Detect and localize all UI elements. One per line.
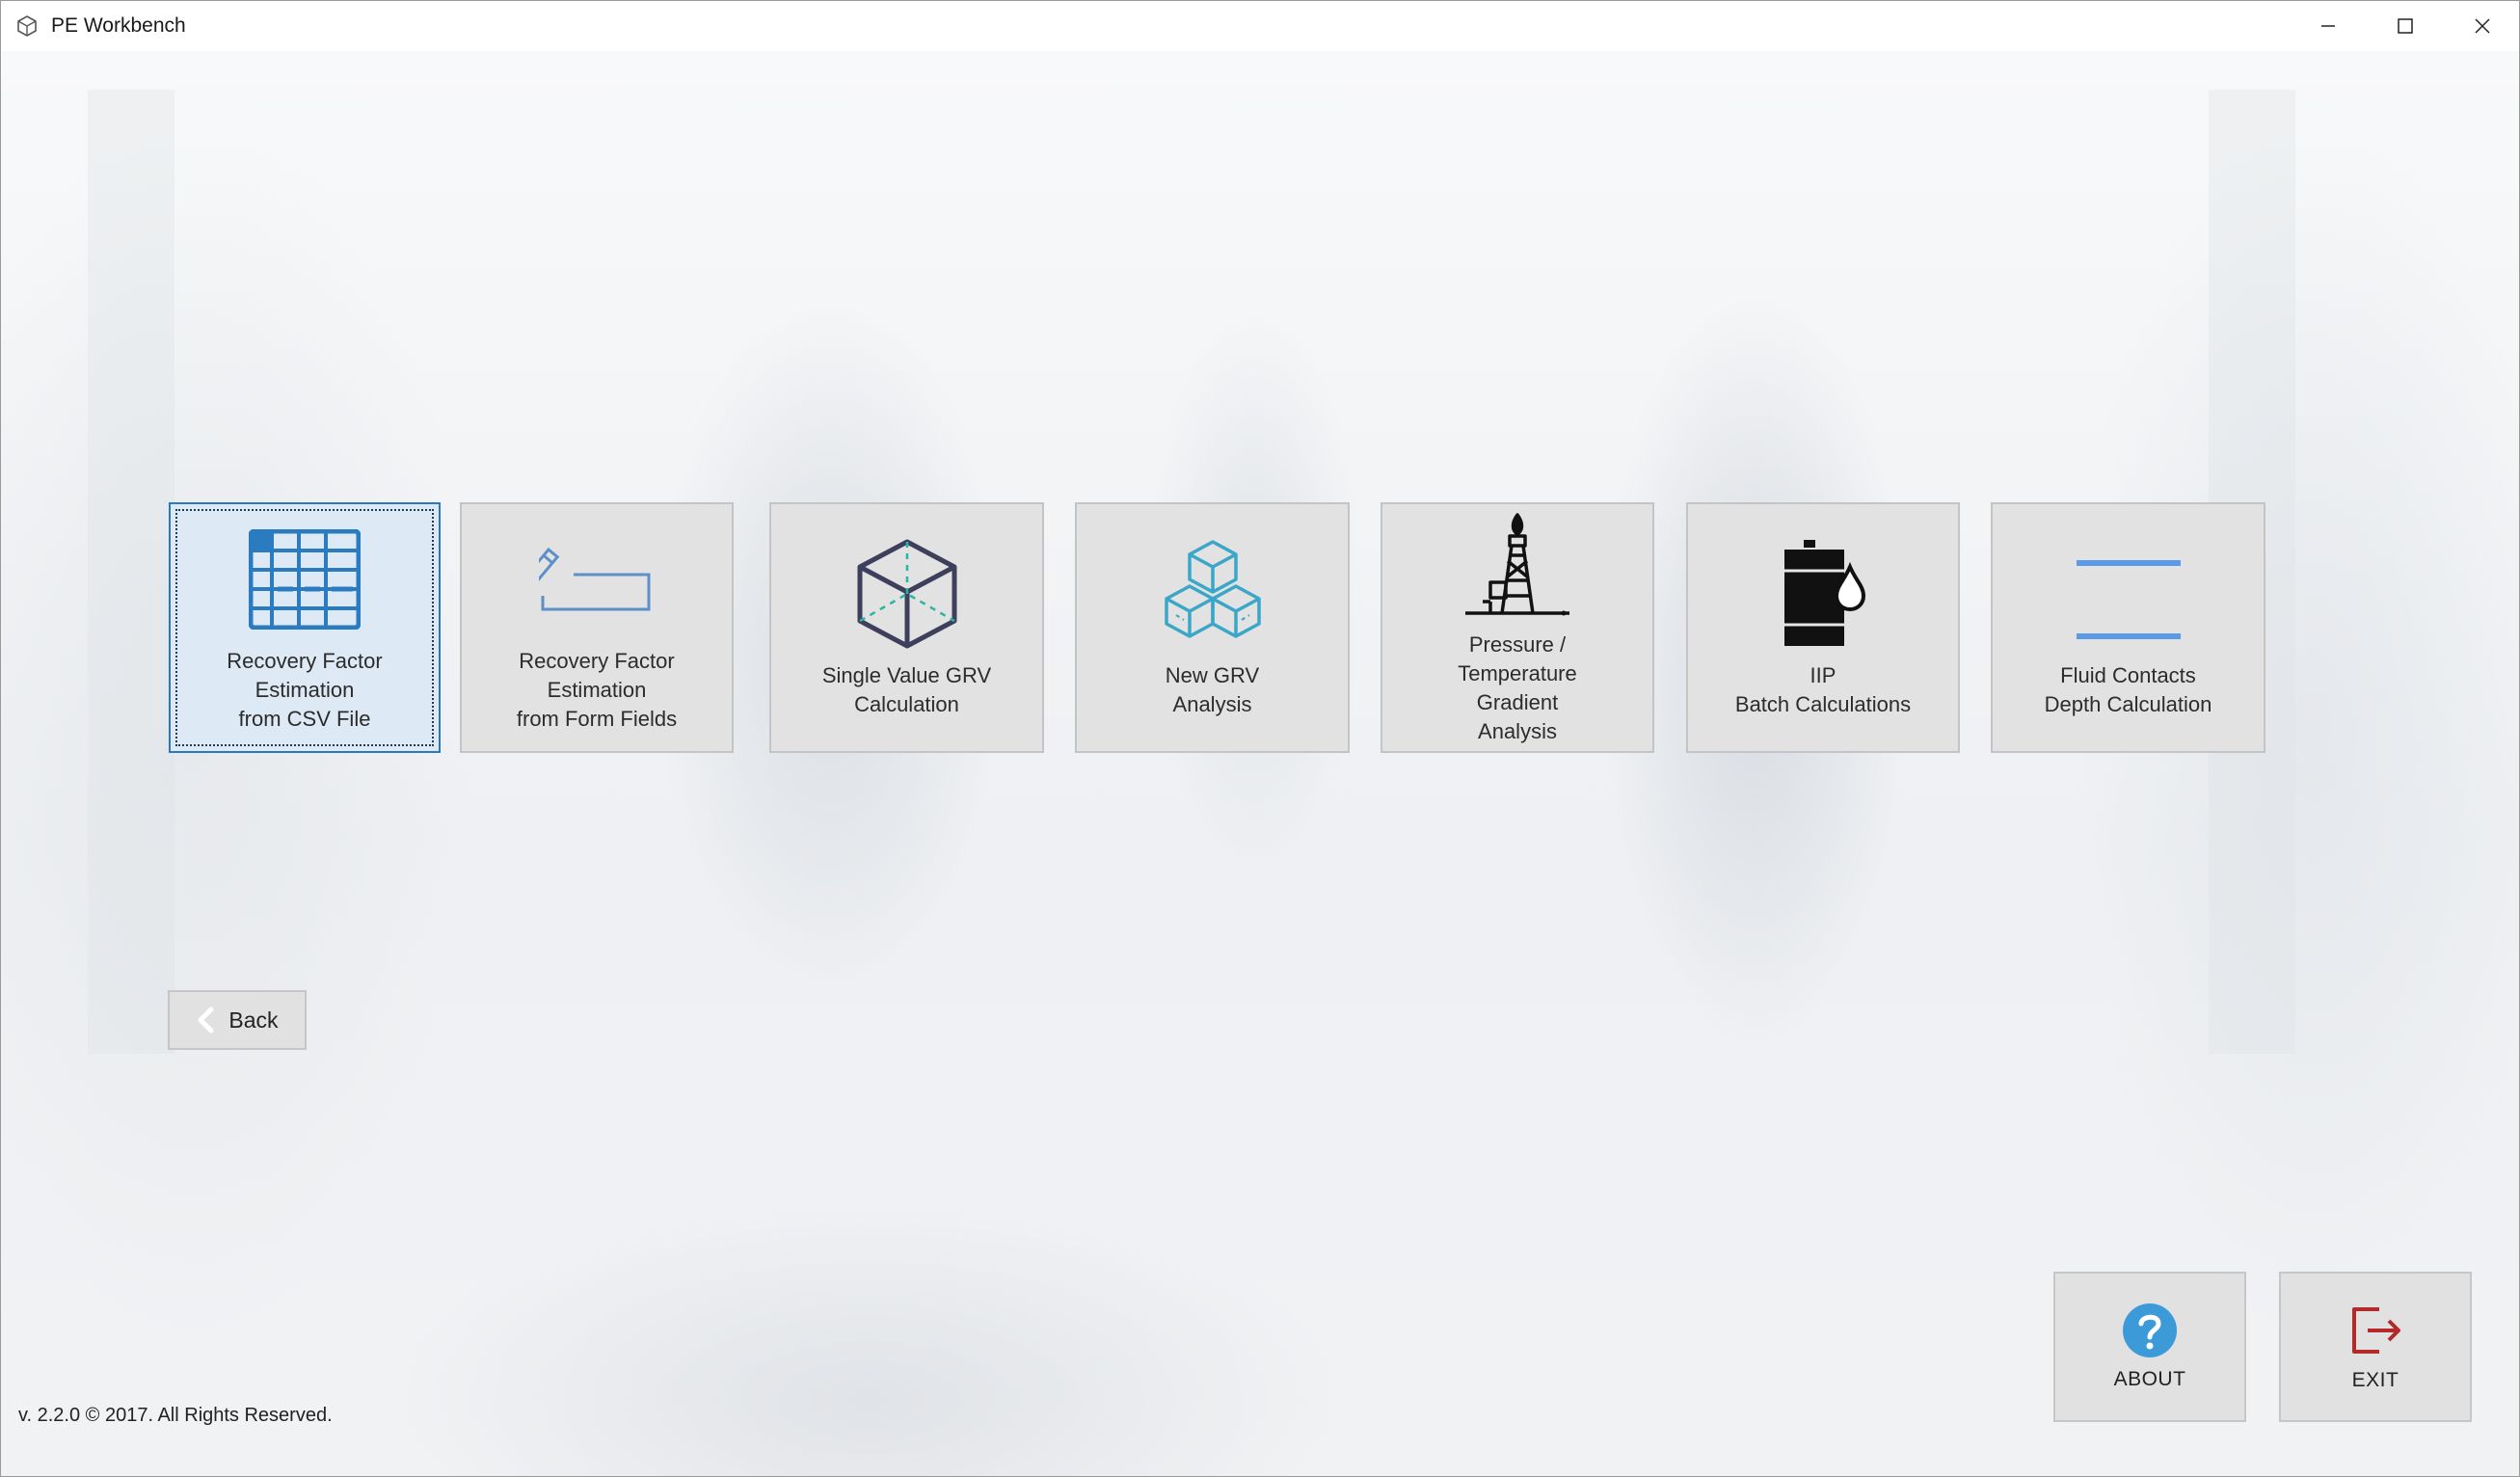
tile-label: Fluid Contacts Depth Calculation (2044, 663, 2212, 716)
tile-label: Recovery Factor Estimation from CSV File (227, 649, 383, 731)
tile-new-grv-analysis[interactable]: New GRV Analysis (1075, 502, 1350, 753)
tile-label: IIP Batch Calculations (1734, 663, 1912, 716)
close-icon (2475, 18, 2490, 34)
tile-recovery-factor-form[interactable]: Recovery Factor Estimation from Form Fie… (460, 502, 734, 753)
tile-single-value-grv[interactable]: Single Value GRV Calculation (769, 502, 1044, 753)
minimize-icon (2321, 25, 2335, 27)
cube-icon (849, 536, 965, 652)
app-cube-icon (17, 15, 37, 37)
oil-barrel-icon (1765, 536, 1881, 652)
about-label: ABOUT (2113, 1368, 2186, 1390)
stacked-cubes-icon (1155, 536, 1271, 652)
exit-icon (2352, 1307, 2400, 1354)
chevron-left-icon (198, 1007, 214, 1034)
tile-recovery-factor-csv[interactable]: Recovery Factor Estimation from CSV File (169, 502, 441, 753)
tile-fluid-contacts-depth[interactable]: Fluid Contacts Depth Calculation (1991, 502, 2265, 753)
app-window: PE Workbench Recovery Factor Estimation … (0, 0, 2520, 1477)
window-title: PE Workbench (51, 14, 186, 37)
version-footer: v. 2.2.0 © 2017. All Rights Reserved. (18, 1405, 333, 1426)
tile-label: Recovery Factor Estimation from Form Fie… (516, 649, 678, 731)
minimize-button[interactable] (2290, 1, 2367, 51)
table-icon (247, 522, 362, 637)
close-button[interactable] (2444, 1, 2519, 51)
back-button[interactable]: Back (168, 990, 307, 1050)
contact-lines-icon (2071, 536, 2186, 652)
tile-label: Pressure / Temperature Gradient Analysis (1458, 632, 1577, 743)
background-image (1, 51, 2519, 1476)
title-bar: PE Workbench (1, 1, 2519, 51)
maximize-icon (2398, 18, 2413, 34)
back-label: Back (228, 1007, 279, 1033)
exit-label: EXIT (2351, 1369, 2399, 1391)
tile-pressure-temperature-gradient[interactable]: Pressure / Temperature Gradient Analysis (1381, 502, 1654, 753)
help-icon (2123, 1303, 2177, 1357)
form-edit-icon (539, 522, 655, 637)
about-button[interactable]: ABOUT (2053, 1272, 2246, 1422)
exit-button[interactable]: EXIT (2279, 1272, 2472, 1422)
tile-label: New GRV Analysis (1165, 663, 1260, 716)
tile-iip-batch-calculations[interactable]: IIP Batch Calculations (1686, 502, 1960, 753)
drilling-rig-icon (1460, 513, 1575, 621)
tile-label: Single Value GRV Calculation (821, 663, 992, 716)
maximize-button[interactable] (2367, 1, 2444, 51)
